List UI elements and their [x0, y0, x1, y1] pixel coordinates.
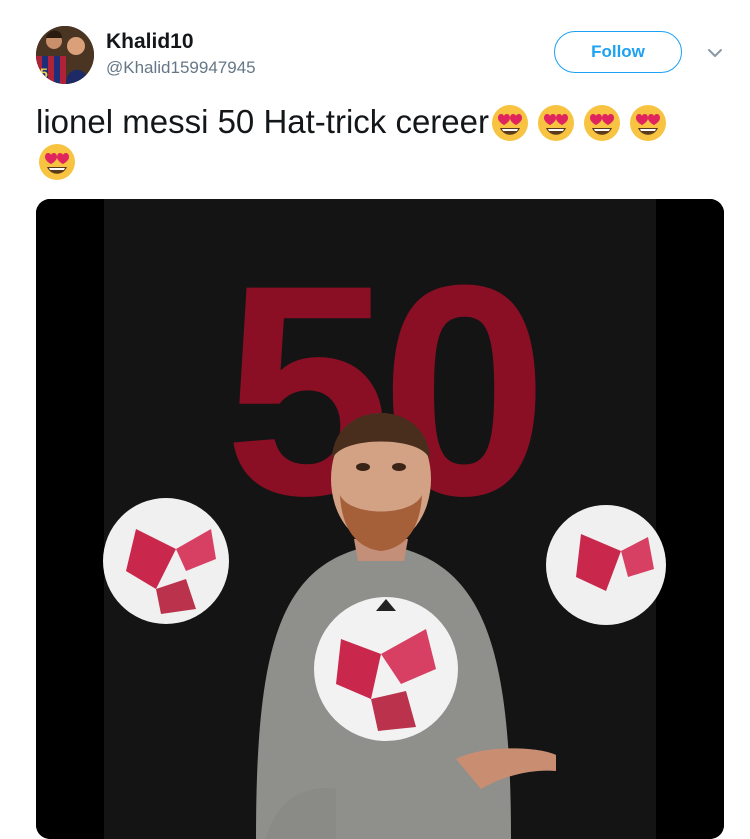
avatar[interactable]: 5 [36, 26, 94, 84]
svg-text:5: 5 [40, 65, 48, 81]
right-ball [546, 505, 666, 625]
user-handle[interactable]: @Khalid159947945 [106, 58, 256, 78]
heart-eyes-emoji-icon [39, 144, 75, 180]
center-ball [314, 597, 458, 741]
heart-eyes-emoji-icon [491, 105, 528, 141]
video-frame: 50 [36, 199, 724, 839]
tweet-body: lionel messi 50 Hat-trick cereer [36, 103, 489, 140]
chevron-down-icon[interactable] [706, 46, 724, 58]
heart-eyes-emoji-icon [629, 105, 666, 141]
tweet-text: lionel messi 50 Hat-trick cereer [36, 100, 726, 144]
heart-eyes-emoji-icon [537, 105, 574, 141]
left-ball [103, 498, 229, 624]
follow-button[interactable]: Follow [554, 31, 682, 73]
heart-eyes-emoji-icon [583, 105, 620, 141]
emoji-row [36, 140, 78, 182]
user-name[interactable]: Khalid10 [106, 30, 194, 54]
media-video[interactable]: 50 [36, 199, 724, 839]
